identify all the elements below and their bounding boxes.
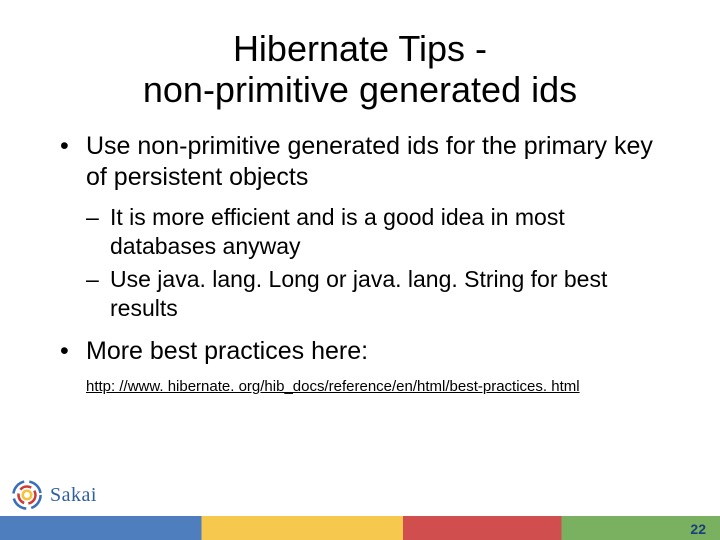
best-practices-link[interactable]: http: //www. hibernate. org/hib_docs/ref… xyxy=(86,378,660,397)
slide-title: Hibernate Tips - non-primitive generated… xyxy=(0,0,720,123)
slide: Hibernate Tips - non-primitive generated… xyxy=(0,0,720,540)
title-line-2: non-primitive generated ids xyxy=(143,69,577,110)
bullet-text: Use java. lang. Long or java. lang. Stri… xyxy=(110,266,607,321)
sakai-logo-icon xyxy=(10,478,44,512)
bullet-level1: More best practices here: xyxy=(60,336,660,367)
bullet-text: It is more efficient and is a good idea … xyxy=(110,204,565,259)
bullet-level1: Use non-primitive generated ids for the … xyxy=(60,131,660,194)
logo-text: Sakai xyxy=(50,484,97,507)
bullet-text: More best practices here: xyxy=(86,337,368,365)
sakai-logo: Sakai xyxy=(10,478,97,512)
bullet-text: Use non-primitive generated ids for the … xyxy=(86,132,653,191)
slide-body: Use non-primitive generated ids for the … xyxy=(0,131,720,397)
bullet-level2: Use java. lang. Long or java. lang. Stri… xyxy=(86,265,660,323)
footer-gradient-bar xyxy=(0,516,720,540)
bullet-level2: It is more efficient and is a good idea … xyxy=(86,203,660,261)
title-line-1: Hibernate Tips - xyxy=(233,28,487,69)
footer-gradient xyxy=(0,516,720,540)
page-number: 22 xyxy=(690,521,706,537)
